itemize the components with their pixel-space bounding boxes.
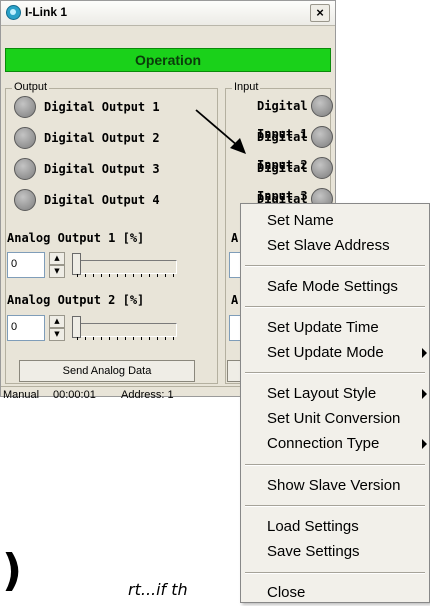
menu-item-load-settings[interactable]: Load Settings: [241, 514, 429, 540]
menu-item-set-update-time[interactable]: Set Update Time: [241, 315, 429, 341]
analog-output-1-field[interactable]: 0: [7, 252, 45, 278]
status-mode: Manual: [3, 389, 40, 401]
spin-down-button[interactable]: ▼: [49, 328, 65, 341]
background-text-fragment: rt...if th: [128, 580, 188, 599]
digital-output-row[interactable]: Digital Output 2: [14, 124, 214, 152]
analog-output-1-label: Analog Output 1 [%]: [7, 231, 145, 245]
slider-thumb[interactable]: [72, 316, 81, 338]
led-icon: [311, 157, 333, 179]
analog-input-1-label-partial: A: [231, 231, 239, 245]
menu-item-set-layout-style[interactable]: Set Layout Style: [241, 381, 429, 407]
status-banner: Operation: [5, 48, 331, 72]
led-icon: [14, 158, 36, 180]
digital-output-row[interactable]: Digital Output 1: [14, 93, 214, 121]
background-bracket: ): [2, 545, 23, 596]
slider-ticks: [77, 274, 177, 277]
analog-output-1-slider[interactable]: [71, 251, 181, 279]
menu-item-set-unit-conversion[interactable]: Set Unit Conversion: [241, 406, 429, 432]
slider-ticks: [77, 337, 177, 340]
analog-output-2-slider[interactable]: [71, 314, 181, 342]
menu-item-set-name[interactable]: Set Name: [241, 208, 429, 234]
slider-track: [75, 260, 177, 274]
spin-up-button[interactable]: ▲: [49, 252, 65, 265]
led-icon: [311, 126, 333, 148]
digital-output-label: Digital Output 4: [44, 193, 160, 207]
led-icon: [14, 127, 36, 149]
digital-output-row[interactable]: Digital Output 4: [14, 186, 214, 214]
digital-output-row[interactable]: Digital Output 3: [14, 155, 214, 183]
slider-track: [75, 323, 177, 337]
menu-item-safe-mode-settings[interactable]: Safe Mode Settings: [241, 274, 429, 300]
menu-item-set-update-mode[interactable]: Set Update Mode: [241, 340, 429, 366]
window-title: I-Link 1: [25, 5, 68, 19]
submenu-arrow-icon: [422, 389, 427, 399]
digital-output-label: Digital Output 1: [44, 100, 160, 114]
menu-item-show-slave-version[interactable]: Show Slave Version: [241, 473, 429, 499]
led-icon: [311, 95, 333, 117]
close-button[interactable]: ×: [310, 4, 330, 22]
menu-separator: [245, 572, 425, 574]
menu-separator: [245, 505, 425, 507]
led-icon: [14, 96, 36, 118]
spin-up-button[interactable]: ▲: [49, 315, 65, 328]
status-time: 00:00:01: [53, 389, 96, 401]
analog-input-2-label-partial: A: [231, 293, 239, 307]
menu-item-close[interactable]: Close: [241, 580, 429, 606]
submenu-arrow-icon: [422, 348, 427, 358]
arrow-icon: [195, 109, 246, 154]
submenu-arrow-icon: [422, 439, 427, 449]
digital-output-label: Digital Output 3: [44, 162, 160, 176]
context-menu: Set Name Set Slave Address Safe Mode Set…: [240, 203, 430, 603]
send-analog-data-button[interactable]: Send Analog Data: [19, 360, 195, 382]
status-address: Address: 1: [121, 389, 174, 401]
app-icon: [6, 5, 21, 20]
menu-separator: [245, 306, 425, 308]
menu-item-set-slave-address[interactable]: Set Slave Address: [241, 233, 429, 259]
menu-separator: [245, 372, 425, 374]
menu-separator: [245, 464, 425, 466]
slider-thumb[interactable]: [72, 253, 81, 275]
digital-output-label: Digital Output 2: [44, 131, 160, 145]
analog-output-2-label: Analog Output 2 [%]: [7, 293, 145, 307]
output-group-label: Output: [12, 81, 50, 93]
led-icon: [14, 189, 36, 211]
menu-item-save-settings[interactable]: Save Settings: [241, 539, 429, 565]
menu-item-connection-type[interactable]: Connection Type: [241, 431, 429, 457]
menu-separator: [245, 265, 425, 267]
analog-output-2-field[interactable]: 0: [7, 315, 45, 341]
spin-down-button[interactable]: ▼: [49, 265, 65, 278]
title-bar[interactable]: I-Link 1 ×: [1, 1, 335, 26]
